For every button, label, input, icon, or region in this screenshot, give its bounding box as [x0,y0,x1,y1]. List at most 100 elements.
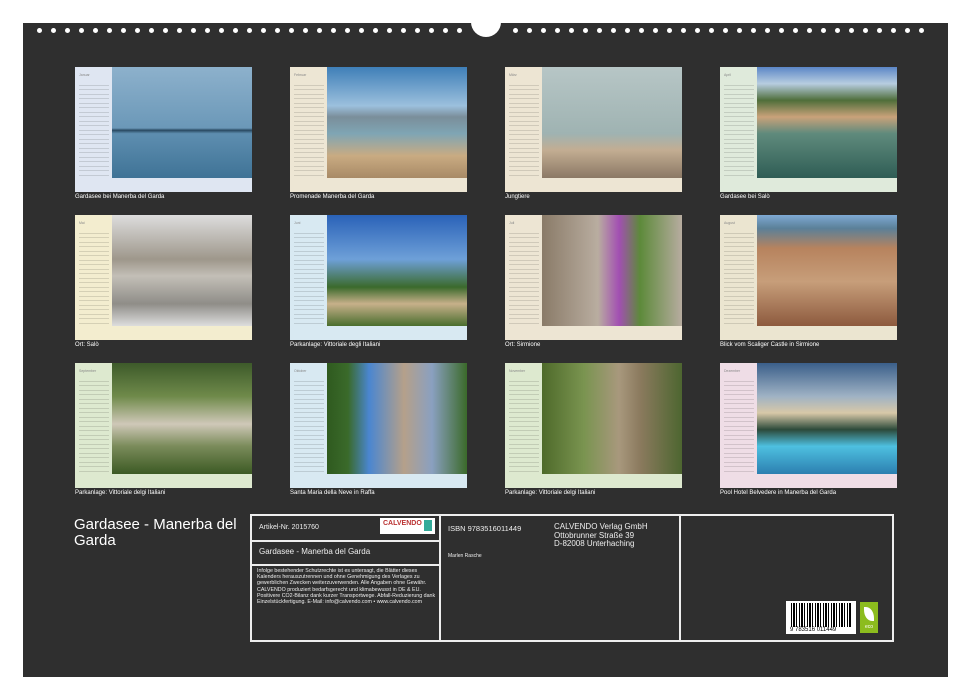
binding-hole [765,28,770,33]
isbn: ISBN 9783516011449 [448,524,521,533]
binding-hole [79,28,84,33]
binding-hole [583,28,588,33]
binding-hole [429,28,434,33]
calendar-back-cover: Januar Gardasee bei Manerba del Garda Feb… [23,23,948,677]
binding-hole [219,28,224,33]
binding-hole [261,28,266,33]
binding-hole [513,28,518,33]
month-photo [112,215,252,326]
month-photo [757,363,897,474]
month-label: November [509,369,539,373]
binding-hole [121,28,126,33]
binding-hole [611,28,616,33]
binding-hole [191,28,196,33]
photo-caption: Promenade Manerba del Garda [290,194,374,200]
binding-hole [667,28,672,33]
date-column: Oktober [290,363,327,488]
month-label: August [724,221,754,225]
month-thumbnail: Juli Ort: Sirmione [505,215,682,340]
binding-hole [737,28,742,33]
photo-caption: Jungtiere [505,194,530,200]
month-photo [327,363,467,474]
binding-hole [849,28,854,33]
eco-leaf-icon: eco [860,602,878,633]
binding-hole [695,28,700,33]
binding-hole [653,28,658,33]
binding-hole [51,28,56,33]
binding-hole [373,28,378,33]
month-thumbnail: September Parkanlage: Vittoriale delgi I… [75,363,252,488]
binding-hole [527,28,532,33]
binding-hole [919,28,924,33]
binding-hole [569,28,574,33]
date-column: Februar [290,67,327,192]
binding-hole [835,28,840,33]
product-title: Gardasee - Manerba del Garda [259,547,370,556]
month-thumbnail: Dezember Pool Hotel Belvedere in Manerba… [720,363,897,488]
date-column: Juli [505,215,542,340]
month-thumbnail: April Gardasee bei Salò [720,67,897,192]
binding-hole [457,28,462,33]
month-thumbnail: Juni Parkanlage: Vittoriale degli Italia… [290,215,467,340]
date-column: Juni [290,215,327,340]
date-column: Dezember [720,363,757,488]
binding-hole [275,28,280,33]
binding-hole [345,28,350,33]
month-thumbnail: Januar Gardasee bei Manerba del Garda [75,67,252,192]
month-photo [757,67,897,178]
binding-hole [625,28,630,33]
photo-caption: Ort: Sirmione [505,342,540,348]
binding-hole [793,28,798,33]
month-label: Dezember [724,369,754,373]
date-column: April [720,67,757,192]
photo-caption: Gardasee bei Manerba del Garda [75,194,164,200]
binding-hole [317,28,322,33]
date-column: Mai [75,215,112,340]
binding-hole [303,28,308,33]
binding-hole [135,28,140,33]
month-label: Juni [294,221,324,225]
binding-hole [807,28,812,33]
month-label: Juli [509,221,539,225]
month-thumbnail: Februar Promenade Manerba del Garda [290,67,467,192]
barcode: 9 783516 011449 [786,601,856,634]
date-column: Januar [75,67,112,192]
binding-hole [905,28,910,33]
month-label: Januar [79,73,109,77]
binding-hole [877,28,882,33]
author: Marlen Rasche [448,553,482,559]
binding-hole [863,28,868,33]
month-label: April [724,73,754,77]
photo-caption: Pool Hotel Belvedere in Manerba del Gard… [720,490,836,496]
legal-text: Infolge bestehender Schutzrechte ist es … [257,568,437,605]
month-label: Mai [79,221,109,225]
binding-hole [639,28,644,33]
month-thumbnail: Oktober Santa Maria della Neve in Raffa [290,363,467,488]
month-thumbnail: Mai Ort: Salò [75,215,252,340]
month-thumbnail: März Jungtiere [505,67,682,192]
binding-hole [359,28,364,33]
binding-hole [401,28,406,33]
photo-caption: Blick vom Scaliger Castle in Sirmione [720,342,819,348]
binding-hole [891,28,896,33]
binding-hole [149,28,154,33]
month-thumbnail: August Blick vom Scaliger Castle in Sirm… [720,215,897,340]
binding-hole [751,28,756,33]
month-thumbnail: November Parkanlage: Vittoriale delgi It… [505,363,682,488]
date-column: August [720,215,757,340]
binding-hole [779,28,784,33]
month-photo [327,215,467,326]
calvendo-logo: CALVENDO [380,518,435,534]
binding-hole [723,28,728,33]
calendar-title: Gardasee - Manerba del Garda [74,517,244,549]
binding-hole [205,28,210,33]
month-label: Februar [294,73,324,77]
month-label: Oktober [294,369,324,373]
photo-caption: Gardasee bei Salò [720,194,770,200]
publisher-address: CALVENDO Verlag GmbH Ottobrunner Straße … [554,523,648,549]
binding-hole [597,28,602,33]
binding-hole [93,28,98,33]
binding-hole [821,28,826,33]
date-column: September [75,363,112,488]
month-photo [757,215,897,326]
